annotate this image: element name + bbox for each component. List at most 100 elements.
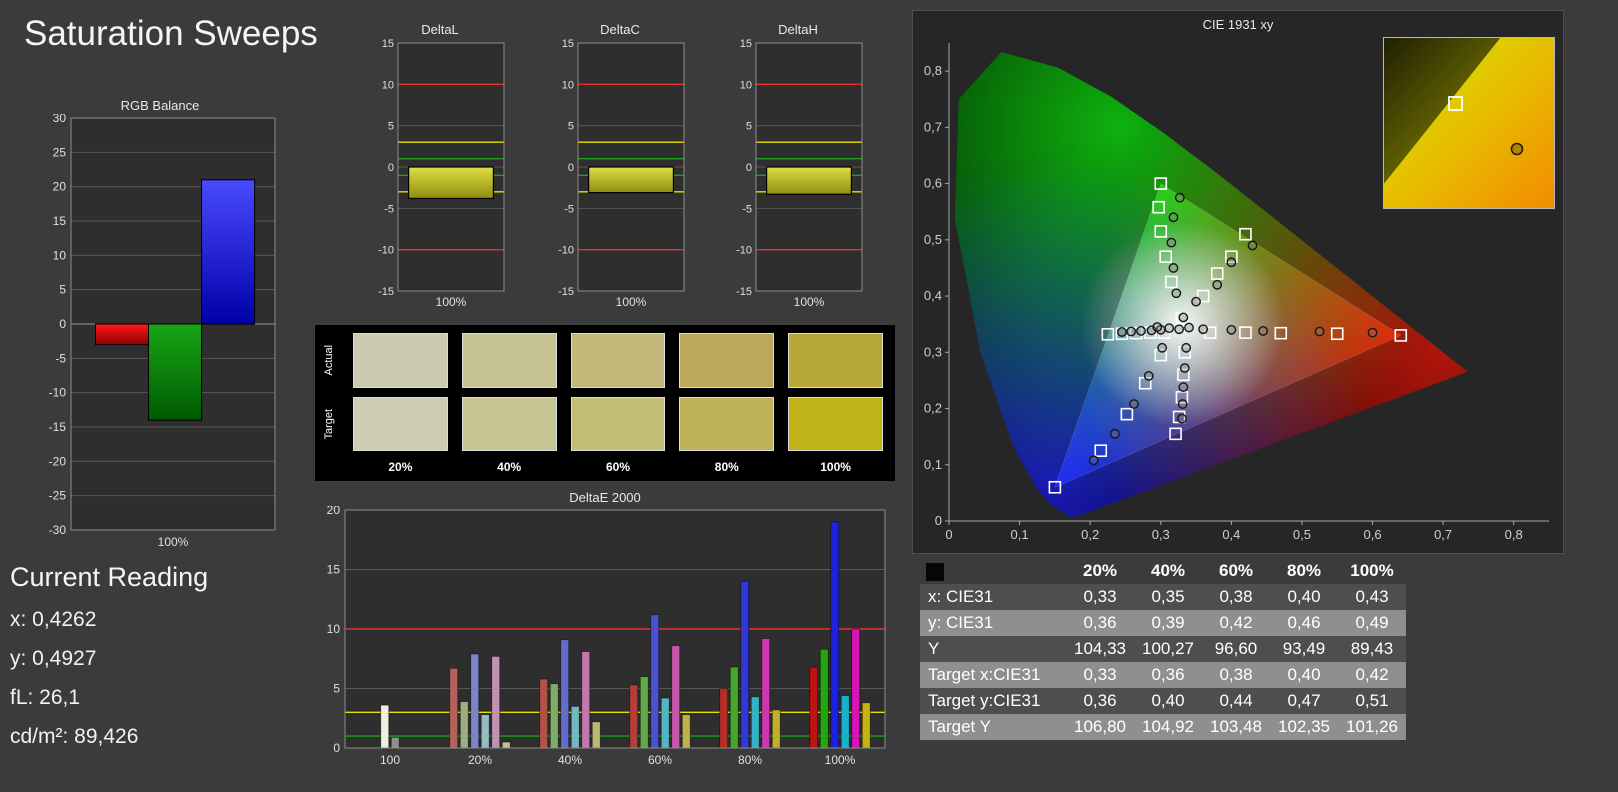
table-cell: 104,33: [1074, 639, 1126, 658]
swatch-actual-60%: [570, 333, 666, 388]
table-cell: 103,48: [1210, 717, 1262, 736]
table-cell: 0,36: [1151, 665, 1185, 684]
table-header-row: 20% 40% 60% 80% 100%: [920, 558, 1406, 584]
svg-text:10: 10: [382, 79, 394, 91]
swatch-column-label: 60%: [605, 460, 630, 474]
table-cell: 0,51: [1355, 691, 1389, 710]
delta-l-chart: DeltaL -15 -10 -5 0 5 10 15 100%: [368, 22, 512, 316]
table-row: x: CIE31 0,33 0,35 0,38 0,40 0,43: [920, 584, 1406, 610]
table-legend-chip: [926, 562, 944, 581]
current-reading: Current Reading x: 0,4262 y: 0,4927 fL: …: [10, 562, 208, 749]
svg-text:0,5: 0,5: [924, 232, 942, 247]
table-cell: 89,43: [1350, 639, 1394, 658]
table-row: Target y:CIE31 0,36 0,40 0,44 0,47 0,51: [920, 688, 1406, 714]
svg-text:0: 0: [388, 162, 394, 174]
svg-text:80%: 80%: [738, 753, 762, 767]
svg-text:15: 15: [562, 39, 574, 50]
table-cell: 0,40: [1287, 587, 1321, 606]
svg-text:0: 0: [746, 162, 752, 174]
svg-text:0,8: 0,8: [1505, 527, 1523, 542]
table-row-label: y: CIE31: [928, 613, 994, 632]
table-cell: 101,26: [1346, 717, 1398, 736]
svg-text:100%: 100%: [436, 295, 467, 309]
svg-text:15: 15: [53, 214, 67, 228]
swatch-target-40%: [461, 396, 557, 451]
table-cell: 102,35: [1278, 717, 1330, 736]
svg-text:-10: -10: [558, 245, 574, 257]
table-row-label: Target y:CIE31: [928, 691, 1041, 710]
swatch-target-20%: [353, 396, 448, 451]
svg-text:0,6: 0,6: [924, 176, 942, 191]
table-cell: 0,40: [1287, 665, 1321, 684]
svg-text:0: 0: [333, 741, 340, 755]
table-cell: 104,92: [1142, 717, 1194, 736]
reading-x: x: 0,4262: [10, 608, 97, 631]
swatch-target-60%: [570, 396, 666, 451]
table-cell: 0,39: [1151, 613, 1185, 632]
table-cell: 0,38: [1219, 587, 1253, 606]
svg-text:100%: 100%: [825, 753, 856, 767]
table-column-header: 100%: [1350, 561, 1394, 580]
table-row-label: Target Y: [928, 717, 992, 736]
svg-text:0: 0: [945, 527, 952, 542]
svg-text:-5: -5: [384, 203, 394, 215]
rgb-balance-title: RGB Balance: [120, 98, 200, 113]
svg-text:15: 15: [740, 39, 752, 50]
table-cell: 0,38: [1219, 665, 1253, 684]
table-column-header: 80%: [1286, 561, 1322, 580]
swatch-actual-40%: [461, 333, 557, 388]
svg-text:60%: 60%: [648, 753, 672, 767]
svg-text:0,3: 0,3: [1152, 527, 1170, 542]
svg-text:-20: -20: [49, 454, 67, 468]
table-cell: 93,49: [1282, 639, 1326, 658]
svg-text:0,1: 0,1: [1011, 527, 1029, 542]
svg-text:0,6: 0,6: [1363, 527, 1381, 542]
svg-text:-5: -5: [564, 203, 574, 215]
table-cell: 0,42: [1219, 613, 1253, 632]
deltae-plot: 0 5 10 15 20 100 20% 40% 60% 80% 100%: [315, 503, 895, 775]
svg-text:100%: 100%: [794, 295, 825, 309]
table-cell: 96,60: [1214, 639, 1258, 658]
table-cell: 0,44: [1219, 691, 1253, 710]
svg-text:10: 10: [740, 79, 752, 91]
svg-text:-5: -5: [55, 351, 66, 365]
table-row: Y 104,33 100,27 96,60 93,49 89,43: [920, 636, 1406, 662]
table-cell: 0,49: [1355, 613, 1389, 632]
svg-text:100: 100: [380, 753, 400, 767]
svg-text:-15: -15: [49, 420, 67, 434]
svg-text:20: 20: [327, 506, 341, 517]
svg-text:5: 5: [568, 121, 574, 133]
table-row-label: x: CIE31: [928, 587, 994, 606]
table-cell: 0,43: [1355, 587, 1389, 606]
swatch-target-100%: [788, 396, 883, 451]
table-cell: 0,40: [1151, 691, 1185, 710]
svg-text:25: 25: [53, 145, 67, 159]
svg-text:10: 10: [327, 622, 341, 636]
svg-text:15: 15: [382, 39, 394, 50]
table-cell: 0,36: [1083, 613, 1117, 632]
svg-text:-15: -15: [736, 286, 752, 298]
swatch-column-label: 40%: [497, 460, 522, 474]
rgb-balance-plot: -30 -25 -20 -15 -10 -5 0 5 10 15 20 25 30 100%: [35, 111, 285, 557]
svg-text:-30: -30: [49, 523, 67, 537]
svg-text:0: 0: [568, 162, 574, 174]
svg-text:0,8: 0,8: [924, 63, 942, 78]
svg-text:15: 15: [327, 563, 341, 577]
svg-text:0: 0: [935, 513, 942, 528]
svg-text:-15: -15: [378, 286, 394, 298]
svg-text:10: 10: [53, 248, 67, 262]
delta-h-chart: DeltaH -15 -10 -5 0 5 10 15 100%: [726, 22, 870, 316]
deltae-title: DeltaE 2000: [569, 490, 641, 505]
current-reading-title: Current Reading: [10, 562, 209, 592]
table-row-label: Y: [928, 639, 940, 658]
svg-text:0,4: 0,4: [1222, 527, 1240, 542]
table-column-header: 40%: [1150, 561, 1186, 580]
svg-text:20%: 20%: [468, 753, 492, 767]
swatch-row-label-target: Target: [323, 408, 335, 440]
page-title: Saturation Sweeps: [24, 14, 318, 53]
table-column-header: 20%: [1082, 561, 1118, 580]
svg-text:0: 0: [59, 317, 66, 331]
table-cell: 0,47: [1287, 691, 1321, 710]
delta-c-title: DeltaC: [600, 22, 640, 37]
delta-c-chart: DeltaC -15 -10 -5 0 5 10 15 100%: [548, 22, 692, 316]
